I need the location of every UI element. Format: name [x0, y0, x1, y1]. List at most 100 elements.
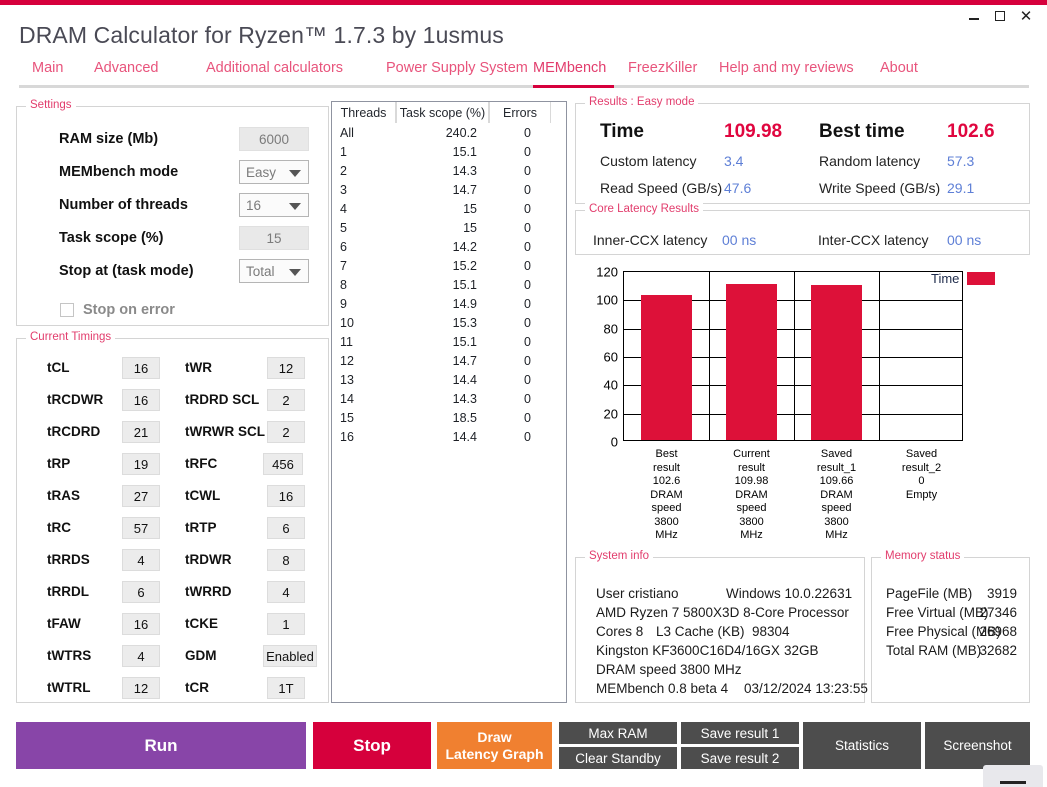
table-row[interactable]: 10 15.3 0 — [332, 313, 566, 332]
stop-on-error-checkbox[interactable]: Stop on error — [60, 302, 175, 318]
chart-y-tick: 20 — [603, 406, 618, 422]
errors-cell: 0 — [524, 296, 531, 311]
stop-at-task-mode-select[interactable]: Total — [239, 259, 309, 283]
screenshot-button[interactable]: Screenshot — [925, 722, 1030, 769]
thread-cell: 9 — [340, 296, 347, 311]
chart-y-tick: 0 — [610, 434, 618, 450]
draw-latency-graph-button[interactable]: Draw Latency Graph — [437, 722, 552, 769]
table-row[interactable]: 2 14.3 0 — [332, 161, 566, 180]
timing-value-input[interactable]: 16 — [267, 485, 305, 507]
custom-latency-label: Custom latency — [600, 153, 697, 169]
chart-bar — [726, 284, 777, 440]
table-row[interactable]: 13 14.4 0 — [332, 370, 566, 389]
timing-value-input[interactable]: 21 — [122, 421, 160, 443]
timing-value-input[interactable]: 16 — [122, 389, 160, 411]
title-accent-stripe — [0, 0, 1047, 5]
save-result-1-button[interactable]: Save result 1 — [681, 722, 799, 744]
timing-value-input[interactable]: 6 — [122, 581, 160, 603]
task-scope-cell: 15.3 — [452, 315, 477, 330]
minimize-button[interactable] — [961, 5, 987, 27]
timing-value-input[interactable]: 1T — [267, 677, 305, 699]
checkbox-box — [60, 303, 74, 317]
max-ram-button[interactable]: Max RAM — [559, 722, 677, 744]
timing-value-input[interactable]: 4 — [122, 645, 160, 667]
thread-cell: 10 — [340, 315, 354, 330]
best-time-label: Best time — [819, 121, 905, 142]
table-row[interactable]: 16 14.4 0 — [332, 427, 566, 446]
timing-value-input[interactable]: 16 — [122, 613, 160, 635]
timing-value-input[interactable]: 8 — [267, 549, 305, 571]
system-info-legend: System info — [585, 550, 654, 562]
close-button[interactable]: ✕ — [1013, 5, 1039, 27]
task-scope-input[interactable]: 15 — [239, 226, 309, 250]
timing-value-input[interactable]: 19 — [122, 453, 160, 475]
table-row[interactable]: 12 14.7 0 — [332, 351, 566, 370]
system-info-line: DRAM speed 3800 MHz — [596, 662, 742, 677]
tab-about[interactable]: About — [880, 60, 918, 80]
thread-cell: 13 — [340, 372, 354, 387]
timing-value-input[interactable]: 12 — [267, 357, 305, 379]
table-row[interactable]: 14 14.3 0 — [332, 389, 566, 408]
task-scope-cell: 14.9 — [452, 296, 477, 311]
table-row[interactable]: All 240.2 0 — [332, 123, 566, 142]
timing-value-input[interactable]: 57 — [122, 517, 160, 539]
timing-value-input[interactable]: 2 — [267, 389, 305, 411]
timing-label: tWTRL — [47, 680, 91, 695]
timing-value-input[interactable]: 4 — [122, 549, 160, 571]
maximize-button[interactable] — [987, 5, 1013, 27]
task-scope-column-header: Task scope (%) — [396, 102, 489, 123]
table-row[interactable]: 5 15 0 — [332, 218, 566, 237]
thread-cell: 8 — [340, 277, 347, 292]
statistics-button[interactable]: Statistics — [803, 722, 921, 769]
timing-value-input[interactable]: 16 — [122, 357, 160, 379]
membench-mode-select[interactable]: Easy — [239, 160, 309, 184]
chart-gridline-vertical — [709, 272, 710, 440]
table-row[interactable]: 1 15.1 0 — [332, 142, 566, 161]
tab-additional-calculators[interactable]: Additional calculators — [206, 60, 343, 80]
timing-value-input[interactable]: 12 — [122, 677, 160, 699]
table-row[interactable]: 7 15.2 0 — [332, 256, 566, 275]
run-button[interactable]: Run — [16, 722, 306, 769]
table-row[interactable]: 6 14.2 0 — [332, 237, 566, 256]
system-info-line: Kingston KF3600C16D4/16GX — [596, 643, 780, 658]
timing-value-input[interactable]: 4 — [267, 581, 305, 603]
timing-value-input[interactable]: 456 — [263, 453, 303, 475]
timing-value-input[interactable]: 1 — [267, 613, 305, 635]
table-row[interactable]: 9 14.9 0 — [332, 294, 566, 313]
threads-table[interactable]: Threads Task scope (%) Errors All 240.2 0 1… — [331, 101, 567, 703]
write-speed-label: Write Speed (GB/s) — [819, 180, 941, 196]
table-row[interactable]: 3 14.7 0 — [332, 180, 566, 199]
timing-label: tRRDS — [47, 552, 90, 567]
timing-value-input[interactable]: 27 — [122, 485, 160, 507]
stop-button[interactable]: Stop — [313, 722, 431, 769]
tab-active-underline — [533, 85, 614, 88]
ram-size-mb-input[interactable]: 6000 — [239, 127, 309, 151]
system-info-line: AMD Ryzen 7 5800X3D 8-Core Processor — [596, 605, 849, 620]
table-row[interactable]: 8 15.1 0 — [332, 275, 566, 294]
memory-status-value: 3919 — [986, 586, 1017, 601]
tab-power-supply-system[interactable]: Power Supply System — [386, 60, 528, 80]
errors-column-header: Errors — [489, 102, 551, 123]
write-speed-value: 29.1 — [947, 180, 975, 196]
save-result-2-button[interactable]: Save result 2 — [681, 747, 799, 769]
errors-cell: 0 — [524, 182, 531, 197]
table-row[interactable]: 15 18.5 0 — [332, 408, 566, 427]
resize-grip[interactable] — [983, 765, 1043, 787]
clear-standby-button[interactable]: Clear Standby — [559, 747, 677, 769]
thread-cell: 1 — [340, 144, 347, 159]
number-of-threads-select[interactable]: 16 — [239, 193, 309, 217]
timing-value-input[interactable]: 2 — [267, 421, 305, 443]
timing-value-input[interactable]: Enabled — [263, 645, 317, 667]
tab-freezkiller[interactable]: FreezKiller — [628, 60, 697, 80]
tab-membench[interactable]: MEMbench — [533, 60, 606, 80]
chevron-down-icon — [289, 170, 301, 177]
current-timings-legend: Current Timings — [26, 331, 116, 343]
tab-main[interactable]: Main — [32, 60, 63, 80]
tab-advanced[interactable]: Advanced — [94, 60, 159, 80]
table-row[interactable]: 11 15.1 0 — [332, 332, 566, 351]
table-row[interactable]: 4 15 0 — [332, 199, 566, 218]
tab-help-and-my-reviews[interactable]: Help and my reviews — [719, 60, 854, 80]
errors-cell: 0 — [524, 201, 531, 216]
timing-value-input[interactable]: 6 — [267, 517, 305, 539]
timing-label: tRTP — [185, 520, 217, 535]
